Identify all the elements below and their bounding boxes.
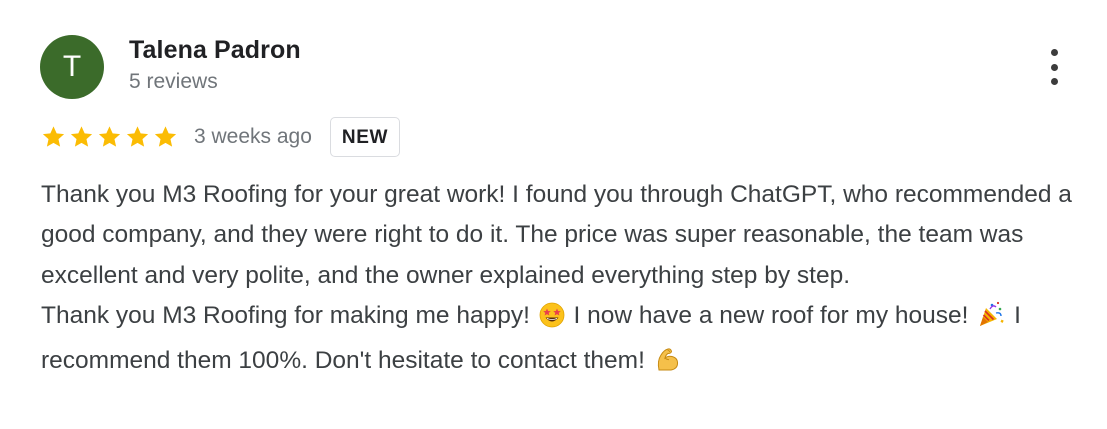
star-icon: [68, 124, 95, 150]
review-text: Thank you M3 Roofing for your great work…: [41, 175, 1091, 386]
star-struck-emoji-icon: [539, 301, 565, 341]
review-paragraph: Thank you M3 Roofing for making me happy…: [41, 296, 1091, 387]
star-rating: [40, 124, 179, 150]
more-vert-icon: [1050, 63, 1058, 71]
review-card: T Talena Padron 5 reviews 3 weeks ago NE…: [0, 0, 1107, 429]
review-sentence: Thank you M3 Roofing for making me happy…: [41, 301, 530, 329]
star-icon: [124, 124, 151, 150]
flexed-biceps-emoji-icon: [654, 345, 682, 386]
star-icon: [40, 124, 67, 150]
avatar[interactable]: T: [40, 35, 104, 99]
rating-row: 3 weeks ago NEW: [40, 116, 401, 158]
review-time: 3 weeks ago: [194, 125, 312, 148]
author-review-count: 5 reviews: [129, 70, 218, 93]
more-options-button[interactable]: [1038, 45, 1070, 89]
new-badge: NEW: [329, 117, 401, 157]
star-icon: [152, 124, 179, 150]
more-vert-icon: [1050, 78, 1058, 85]
more-vert-icon: [1050, 49, 1058, 56]
author-name[interactable]: Talena Padron: [129, 36, 301, 65]
star-icon: [96, 124, 123, 150]
review-sentence: I now have a new roof for my house!: [573, 301, 969, 329]
party-popper-emoji-icon: [977, 300, 1005, 341]
review-paragraph: Thank you M3 Roofing for your great work…: [41, 181, 1072, 289]
avatar-initial: T: [62, 50, 82, 83]
